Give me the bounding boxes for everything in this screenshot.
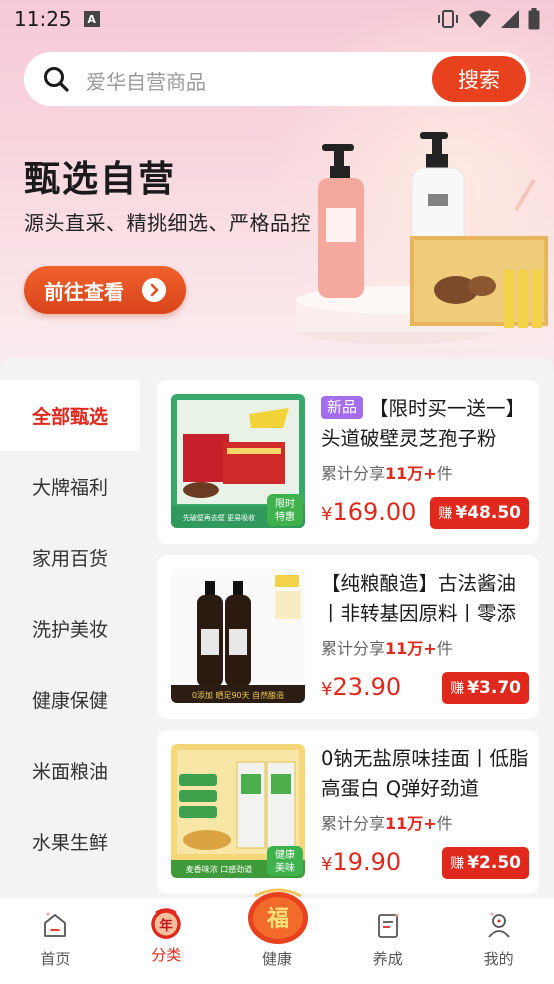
search-bar[interactable]: 爱华自营商品 搜索: [24, 52, 530, 106]
view-now-label: 前往查看: [44, 279, 124, 304]
category-item-grain-oil[interactable]: 米面粮油: [0, 735, 140, 806]
nav-profile[interactable]: 我的: [443, 898, 554, 984]
share-count-text: 累计分享11万+件: [321, 464, 453, 483]
image-badge-line2: 美味: [275, 861, 295, 874]
product-price: ¥169.00: [321, 498, 417, 526]
share-count-text: 累计分享11万+件: [321, 814, 453, 833]
image-caption: 麦香味浓 口感劲道: [186, 864, 253, 874]
search-icon: [44, 67, 69, 92]
chevron-right-icon: [142, 278, 166, 302]
product-price: ¥19.90: [321, 848, 402, 876]
category-item-beauty[interactable]: 洗护美妆: [0, 593, 140, 664]
product-image: 限时 特惠 先破壁再去壁 更易吸收: [171, 394, 305, 528]
search-input[interactable]: 爱华自营商品: [86, 66, 206, 95]
content-panel: 全部甄选 大牌福利 家用百货 洗护美妆 健康保健 米面粮油 水果生鲜 限时 特惠…: [0, 358, 554, 898]
nav-category[interactable]: 年 分类: [111, 898, 222, 984]
image-caption: 0添加 晒足90天 自然酿造: [192, 690, 284, 700]
notebook-icon: [377, 913, 399, 938]
category-item-household[interactable]: 家用百货: [0, 522, 140, 593]
product-price: ¥23.90: [321, 673, 402, 701]
product-title: 【纯粮酿造】古法酱油丨非转基因原料丨零添加: [321, 572, 517, 625]
battery-icon: [528, 8, 540, 30]
nav-health-label: 健康: [261, 950, 292, 968]
nav-home-label: 首页: [40, 950, 71, 968]
fu-badge-icon[interactable]: 福: [245, 888, 311, 950]
product-image: 健康 美味 麦香味浓 口感劲道: [171, 744, 305, 878]
new-badge: 新品: [321, 396, 364, 419]
notification-icon: A: [83, 11, 100, 27]
image-badge-line1: 限时: [275, 498, 295, 510]
nav-profile-label: 我的: [483, 950, 514, 968]
product-title: 新品 【限时买一送一】头道破壁灵芝孢子粉: [321, 396, 526, 450]
wifi-icon: [469, 10, 491, 28]
earn-badge[interactable]: 赚 ¥2.50: [442, 847, 529, 879]
view-now-button[interactable]: 前往查看: [24, 266, 186, 314]
category-item-health[interactable]: 健康保健: [0, 664, 140, 735]
category-item-all[interactable]: 全部甄选: [0, 380, 140, 451]
nav-growth-label: 养成: [372, 950, 403, 968]
profile-icon: [487, 912, 510, 938]
hero-title: 甄选自营: [24, 159, 177, 200]
nav-growth[interactable]: 养成: [332, 898, 443, 984]
fu-badge-text: 福: [266, 907, 289, 932]
signal-icon: [501, 10, 519, 28]
share-count-text: 累计分享11万+件: [321, 639, 453, 658]
product-card[interactable]: 限时 特惠 先破壁再去壁 更易吸收 新品 【限时买一送一】头道破壁灵芝孢子粉 累计…: [157, 380, 539, 544]
product-title: 0钠无盐原味挂面丨低脂高蛋白 Q弹好劲道: [321, 747, 529, 800]
status-bar: 11:25 A: [0, 0, 554, 38]
product-card[interactable]: 0添加 晒足90天 自然酿造 【纯粮酿造】古法酱油丨非转基因原料丨零添加 累计分…: [157, 555, 539, 719]
earn-badge[interactable]: 赚 ¥3.70: [442, 672, 529, 704]
hero-products-image: [296, 132, 548, 344]
vibrate-icon: [438, 10, 458, 28]
status-icons: [436, 8, 540, 30]
product-list: 限时 特惠 先破壁再去壁 更易吸收 新品 【限时买一送一】头道破壁灵芝孢子粉 累计…: [157, 380, 539, 898]
category-icon: 年: [151, 908, 181, 939]
earn-badge[interactable]: 赚 ¥48.50: [430, 497, 529, 529]
image-badge-line1: 健康: [275, 848, 295, 861]
home-icon: [44, 912, 67, 937]
image-caption: 先破壁再去壁 更易吸收: [183, 513, 255, 522]
search-button[interactable]: 搜索: [432, 56, 526, 102]
hero-subtitle: 源头直采、精挑细选、严格品控: [24, 211, 311, 235]
category-sidebar: 全部甄选 大牌福利 家用百货 洗护美妆 健康保健 米面粮油 水果生鲜: [0, 380, 140, 898]
product-image: 0添加 晒足90天 自然酿造: [171, 569, 305, 703]
category-item-brand-welfare[interactable]: 大牌福利: [0, 451, 140, 522]
product-card[interactable]: 健康 美味 麦香味浓 口感劲道 0钠无盐原味挂面丨低脂高蛋白 Q弹好劲道 累计分…: [157, 730, 539, 894]
nav-category-label: 分类: [151, 946, 182, 964]
category-item-fruit-fresh[interactable]: 水果生鲜: [0, 806, 140, 877]
nav-home[interactable]: 首页: [0, 898, 111, 984]
image-badge-line2: 特惠: [275, 510, 295, 523]
svg-text:年: 年: [159, 917, 173, 934]
status-time: 11:25: [14, 7, 72, 31]
